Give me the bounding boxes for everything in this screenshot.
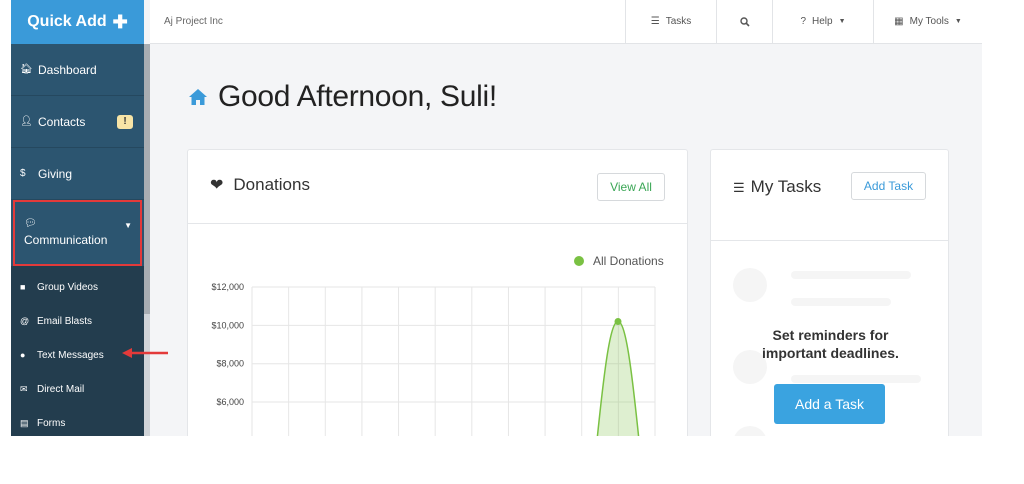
y-tick-label: $8,000 [216, 359, 244, 369]
my-tools-label: My Tools [909, 16, 949, 27]
my-tasks-card: ☰ My Tasks Add Task Set reminders for imp… [710, 149, 949, 436]
sidebar-item-label: Dashboard [38, 62, 97, 77]
legend-label: All Donations [593, 254, 664, 268]
donations-title: ❤︎ Donations [210, 175, 310, 195]
donations-title-label: Donations [233, 175, 310, 194]
sidebar-item-label: Communication [24, 233, 108, 247]
video-icon: ■ [20, 282, 26, 292]
placeholder-avatar [733, 268, 767, 302]
question-icon: ? [800, 16, 807, 27]
org-name: Aj Project Inc [164, 16, 223, 27]
tasks-button[interactable]: ☰ Tasks [625, 0, 716, 44]
sidebar-scroll-thumb[interactable] [144, 44, 150, 314]
series-area [596, 320, 640, 436]
y-tick-label: $6,000 [216, 397, 244, 407]
y-tick-label: $10,000 [211, 320, 244, 330]
reminder-line-1: Set reminders for [772, 327, 889, 343]
sidebar-item-contacts[interactable]: 👤︎ Contacts ! [11, 96, 144, 148]
dollar-icon: $ [20, 168, 26, 179]
status-badge: ! [117, 114, 133, 129]
app-frame: Quick Add ✚ 🏠︎ Dashboard 👤︎ Contacts ! $… [11, 0, 982, 436]
page-title: Good Afternoon, Suli! [218, 80, 497, 113]
search-button[interactable] [716, 0, 772, 44]
sidebar-item-label: Group Videos [37, 281, 98, 293]
placeholder-avatar [733, 426, 767, 436]
data-point [614, 318, 622, 326]
at-icon: @ [20, 316, 30, 326]
sidebar: Quick Add ✚ 🏠︎ Dashboard 👤︎ Contacts ! $… [11, 0, 144, 436]
greeting: Good Afternoon, Suli! [188, 80, 497, 114]
sidebar-item-label: Text Messages [37, 349, 104, 361]
sidebar-item-label: Forms [37, 417, 66, 429]
placeholder-line [791, 298, 891, 306]
sidebar-item-label: Giving [38, 166, 73, 181]
plus-icon: ✚ [112, 11, 128, 32]
caret-down-icon: ▼ [124, 221, 132, 230]
tasks-label: Tasks [665, 16, 692, 27]
quick-add-label: Quick Add [27, 13, 107, 30]
add-a-task-button[interactable]: Add a Task [774, 384, 885, 424]
document-icon: ▤ [20, 417, 29, 428]
my-tasks-title: ☰ My Tasks [733, 175, 821, 199]
chat-icon: 💬︎ [24, 218, 37, 229]
help-label: Help [812, 16, 833, 27]
sidebar-item-dashboard[interactable]: 🏠︎ Dashboard [11, 44, 144, 96]
sidebar-item-label: Direct Mail [37, 383, 85, 395]
sidebar-item-communication[interactable]: 💬︎ Communication ▼ [13, 200, 142, 266]
sidebar-item-group-videos[interactable]: ■ Group Videos [11, 270, 144, 304]
reminder-text: Set reminders for important deadlines. [711, 326, 950, 362]
heart-icon: ❤︎ [210, 177, 224, 194]
placeholder-line [791, 375, 921, 383]
sidebar-item-forms[interactable]: ▤ Forms [11, 406, 144, 436]
legend-dot [574, 256, 584, 266]
sidebar-item-giving[interactable]: $ Giving [11, 148, 144, 200]
my-tasks-title-label: My Tasks [750, 177, 822, 196]
donations-chart: All Donations $12,000 $10,000 $8,000 $6,000 $… [211, 254, 664, 436]
sidebar-item-direct-mail[interactable]: ✉ Direct Mail [11, 372, 144, 406]
envelope-icon: ✉ [20, 383, 28, 394]
search-icon [739, 16, 750, 27]
donations-card: ❤︎ Donations View All All Donations $12,0… [187, 149, 688, 436]
home-icon [189, 89, 207, 105]
my-tools-menu[interactable]: ▦ My Tools ▼ [873, 0, 982, 44]
view-all-button[interactable]: View All [597, 173, 665, 201]
my-tasks-card-header: ☰ My Tasks Add Task [711, 150, 948, 241]
top-bar: Aj Project Inc ☰ Tasks ? Help ▼ ▦ My Too… [150, 0, 982, 44]
caret-down-icon: ▼ [954, 18, 962, 25]
nav-top: 🏠︎ Dashboard 👤︎ Contacts ! $ Giving 💬︎ C… [11, 44, 144, 266]
list-icon: ☰ [650, 16, 660, 27]
speech-bubble-icon: ● [20, 350, 26, 360]
annotation-arrow-icon [122, 348, 168, 358]
y-tick-label: $4,000 [216, 435, 244, 436]
sidebar-item-email-blasts[interactable]: @ Email Blasts [11, 304, 144, 338]
add-task-button[interactable]: Add Task [851, 172, 926, 200]
quick-add-button[interactable]: Quick Add ✚ [11, 0, 144, 44]
caret-down-icon: ▼ [838, 18, 846, 25]
server-icon: ☰ [733, 180, 745, 195]
y-tick-label: $12,000 [211, 282, 244, 292]
sidebar-item-label: Email Blasts [37, 315, 93, 327]
grid-icon: ▦ [894, 16, 904, 27]
help-menu[interactable]: ? Help ▼ [772, 0, 873, 44]
sidebar-item-label: Contacts [38, 114, 86, 129]
placeholder-line [791, 271, 911, 279]
user-icon: 👤︎ [20, 116, 33, 127]
reminder-line-2: important deadlines. [762, 345, 899, 361]
home-icon: 🏠︎ [20, 64, 33, 75]
donations-card-header: ❤︎ Donations View All [188, 150, 687, 224]
